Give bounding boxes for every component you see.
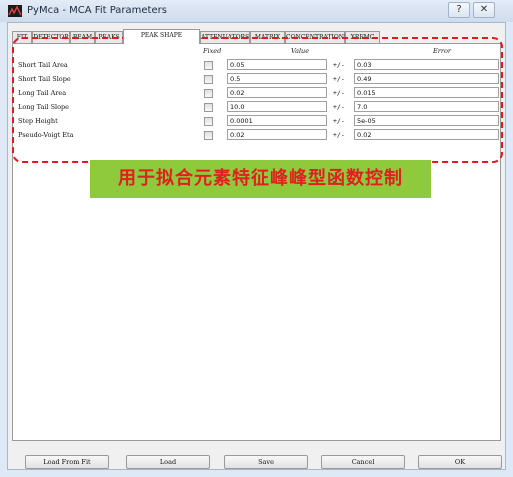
ok-button[interactable]: OK [418, 455, 502, 469]
annotation-banner: 用于拟合元素特征峰峰型函数控制 [90, 160, 431, 198]
help-button[interactable]: ? [448, 2, 470, 18]
window-title: PyMca - MCA Fit Parameters [27, 5, 167, 16]
cancel-button[interactable]: Cancel [321, 455, 405, 469]
save-button[interactable]: Save [224, 455, 308, 469]
annotation-highlight-box [12, 37, 503, 163]
close-button[interactable]: ✕ [473, 2, 495, 18]
load-button[interactable]: Load [126, 455, 210, 469]
title-bar: PyMca - MCA Fit Parameters ? ✕ [0, 0, 513, 22]
load-from-fit-button[interactable]: Load From Fit [25, 455, 109, 469]
tab-peak-shape[interactable]: PEAK SHAPE [123, 29, 200, 44]
pymca-app-icon [8, 5, 22, 17]
dialog-client-area: FIT DETECTOR BEAM PEAKS PEAK SHAPE ATTEN… [7, 22, 506, 470]
